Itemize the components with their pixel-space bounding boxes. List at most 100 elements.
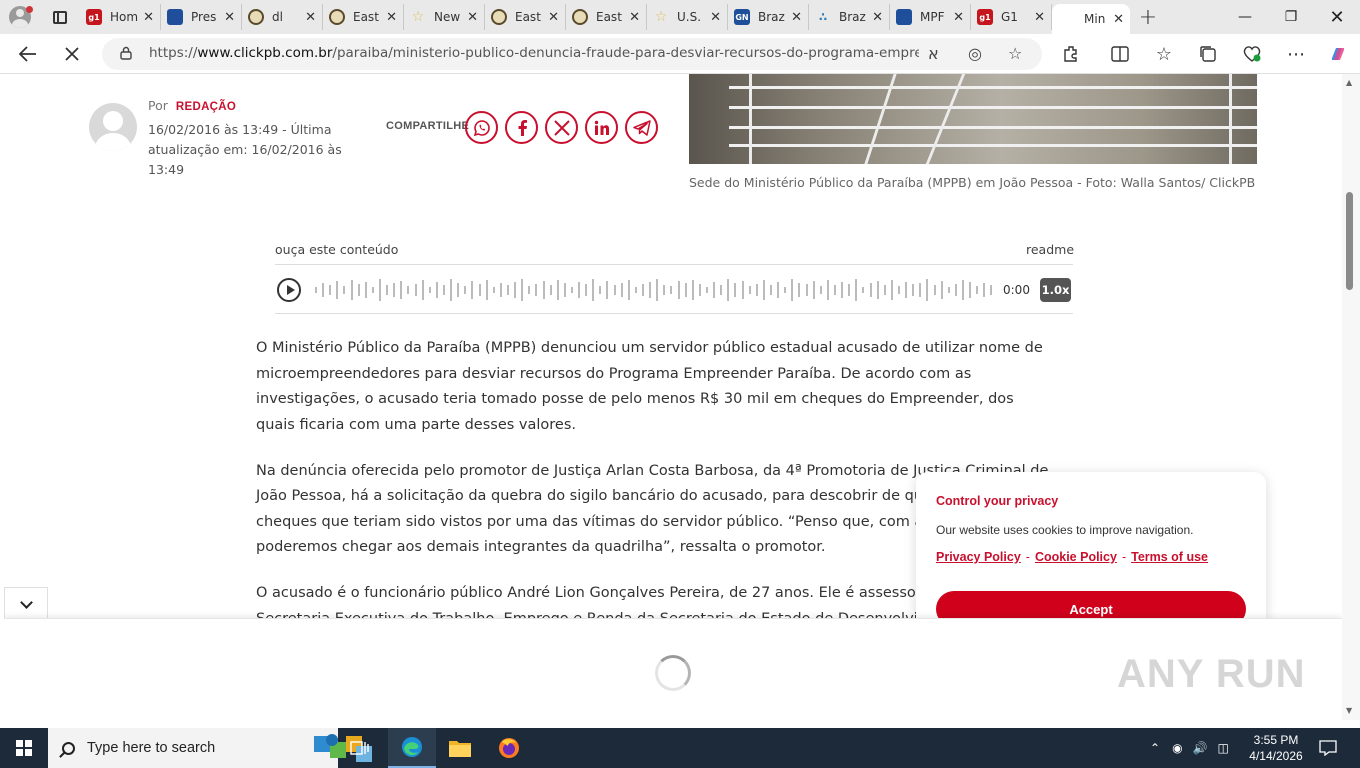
taskbar-search[interactable]: Type here to search [48, 728, 372, 768]
close-tab-icon[interactable]: ✕ [143, 10, 154, 25]
audio-speed-button[interactable]: 1.0x [1040, 278, 1071, 302]
browser-tab[interactable]: ∴ Braz ✕ [809, 4, 890, 30]
minimize-button[interactable]: — [1222, 0, 1268, 34]
tab-actions-button[interactable] [40, 0, 80, 34]
scroll-down-icon[interactable]: ▼ [1346, 706, 1352, 715]
network-icon[interactable]: ◫ [1218, 741, 1229, 755]
close-tab-icon[interactable]: ✕ [629, 10, 640, 25]
audio-waveform[interactable] [315, 277, 993, 303]
browser-tab[interactable]: East ✕ [485, 4, 566, 30]
close-tab-icon[interactable]: ✕ [305, 10, 316, 25]
split-screen-icon[interactable] [1106, 40, 1134, 68]
waveform-bar [706, 287, 709, 293]
new-tab-button[interactable]: + [1130, 0, 1166, 34]
waveform-bar [378, 279, 381, 301]
browser-essentials-icon[interactable] [1238, 40, 1266, 68]
close-tab-icon[interactable]: ✕ [953, 10, 964, 25]
tab-title: dl [272, 10, 283, 24]
waveform-bar [905, 282, 908, 298]
taskbar-edge[interactable] [388, 728, 436, 768]
terms-of-use-link[interactable]: Terms of use [1131, 550, 1208, 564]
browser-tab[interactable]: East ✕ [323, 4, 404, 30]
waveform-bar [983, 283, 986, 297]
waveform-bar [833, 285, 836, 295]
address-bar[interactable]: https://www.clickpb.com.br/paraiba/minis… [102, 38, 1042, 70]
close-window-button[interactable]: ✕ [1314, 0, 1360, 34]
waveform-bar [649, 282, 652, 298]
waveform-bar [450, 279, 453, 301]
waveform-bar [798, 283, 801, 297]
browser-tab[interactable]: ☆ New ✕ [404, 4, 485, 30]
volume-icon[interactable]: 🔊 [1193, 741, 1208, 755]
taskbar-clock[interactable]: 3:55 PM 4/14/2026 [1242, 732, 1310, 764]
close-tab-icon[interactable]: ✕ [1113, 12, 1124, 27]
browser-tab[interactable]: g1 G1 ✕ [971, 4, 1052, 30]
close-tab-icon[interactable]: ✕ [386, 10, 397, 25]
share-linkedin-button[interactable] [585, 111, 618, 144]
settings-more-icon[interactable]: ⋯ [1282, 40, 1310, 68]
scroll-up-icon[interactable]: ▲ [1346, 78, 1352, 87]
waveform-bar [528, 286, 531, 294]
waveform-bar [407, 286, 410, 294]
favorite-star-icon[interactable]: ☆ [1008, 44, 1022, 63]
waveform-bar [713, 282, 716, 298]
close-tab-icon[interactable]: ✕ [872, 10, 883, 25]
audio-provider-link[interactable]: readme [1026, 242, 1074, 257]
waveform-bar [848, 284, 851, 296]
audio-divider-bottom [275, 313, 1073, 314]
restore-button[interactable]: ❐ [1268, 0, 1314, 34]
seal-icon [248, 9, 264, 25]
clock-date: 4/14/2026 [1249, 749, 1303, 763]
close-tab-icon[interactable]: ✕ [791, 10, 802, 25]
browser-tab[interactable]: Pres ✕ [161, 4, 242, 30]
extensions-icon[interactable] [1058, 40, 1086, 68]
waveform-bar [656, 279, 659, 301]
close-tab-icon[interactable]: ✕ [710, 10, 721, 25]
close-tab-icon[interactable]: ✕ [224, 10, 235, 25]
favorites-icon[interactable]: ☆ [1150, 40, 1178, 68]
share-telegram-button[interactable] [625, 111, 658, 144]
share-x-button[interactable] [545, 111, 578, 144]
more-tools-icon[interactable]: ◎ [968, 44, 982, 63]
browser-tab[interactable]: GN Braz ✕ [728, 4, 809, 30]
waveform-bar [457, 283, 460, 297]
browser-tab[interactable]: East ✕ [566, 4, 647, 30]
browser-tab[interactable]: g1 Hom ✕ [80, 4, 161, 30]
copilot-icon[interactable] [1324, 40, 1352, 68]
tray-chevron-icon[interactable]: ⌃ [1150, 741, 1160, 755]
taskbar-firefox[interactable] [485, 728, 533, 768]
back-button[interactable] [14, 40, 42, 68]
share-facebook-button[interactable] [505, 111, 538, 144]
profile-button[interactable] [0, 0, 40, 34]
taskbar-file-explorer[interactable] [436, 728, 484, 768]
audio-play-button[interactable] [277, 278, 301, 302]
waveform-bar [578, 282, 581, 298]
camera-icon[interactable]: ◉ [1172, 741, 1182, 755]
notifications-button[interactable] [1304, 728, 1352, 768]
start-button[interactable] [0, 728, 48, 768]
collections-icon[interactable] [1194, 40, 1222, 68]
author-link[interactable]: REDAÇÃO [176, 101, 236, 113]
waveform-bar [570, 287, 573, 293]
cookie-message: Our website uses cookies to improve navi… [936, 523, 1194, 537]
waveform-bar [755, 284, 758, 296]
scrollbar-thumb[interactable] [1346, 192, 1353, 290]
url-text: https://www.clickpb.com.br/paraiba/minis… [149, 45, 919, 61]
task-view-button[interactable] [336, 728, 384, 768]
page-scrollbar[interactable]: ▲ ▼ [1342, 74, 1360, 720]
browser-tab[interactable]: MPF ✕ [890, 4, 971, 30]
stop-loading-button[interactable] [58, 40, 86, 68]
clock-time: 3:55 PM [1253, 733, 1299, 747]
close-tab-icon[interactable]: ✕ [467, 10, 478, 25]
ad-banner: ANY RUN [4, 618, 1342, 720]
privacy-policy-link[interactable]: Privacy Policy [936, 550, 1021, 564]
browser-tab[interactable]: Min ✕ [1052, 4, 1130, 34]
browser-tab[interactable]: ☆ U.S. ✕ [647, 4, 728, 30]
read-aloud-icon[interactable]: א [928, 44, 939, 63]
close-tab-icon[interactable]: ✕ [548, 10, 559, 25]
browser-tab[interactable]: dl ✕ [242, 4, 323, 30]
cookie-policy-link[interactable]: Cookie Policy [1035, 550, 1117, 564]
share-whatsapp-button[interactable] [465, 111, 498, 144]
close-tab-icon[interactable]: ✕ [1034, 10, 1045, 25]
waveform-bar [563, 283, 566, 297]
